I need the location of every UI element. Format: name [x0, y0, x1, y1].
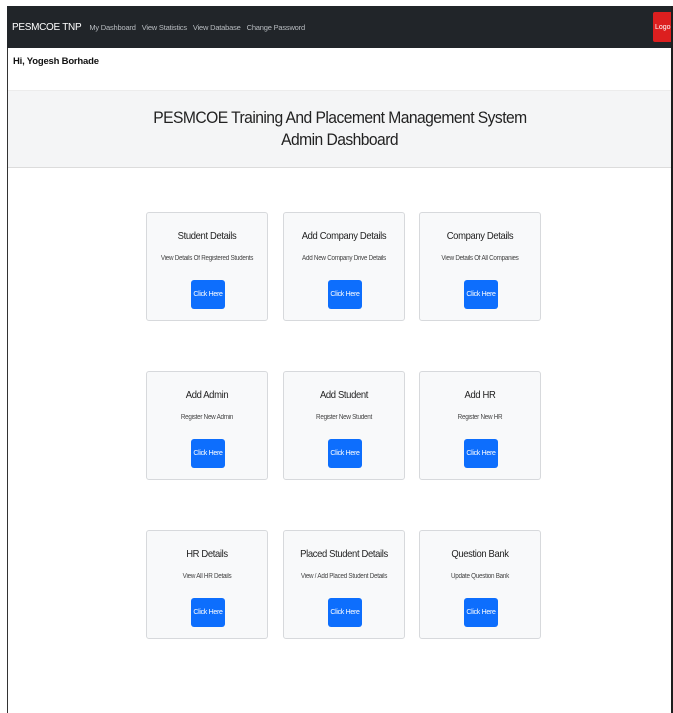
card-hr-details: HR Details View All HR Details Click Her… — [146, 530, 268, 639]
user-greeting: Hi, Yogesh Borhade — [13, 56, 99, 67]
card-title: Question Bank — [451, 548, 509, 560]
student-details-button[interactable]: Click Here — [191, 280, 225, 309]
nav-link-my-dashboard[interactable]: My Dashboard — [89, 23, 136, 32]
card-title: Placed Student Details — [300, 548, 388, 560]
card-text: Register New Student — [316, 414, 372, 421]
card-title: Add Company Details — [301, 230, 387, 242]
card-text: Register New HR — [457, 414, 503, 421]
card-text: View / Add Placed Student Details — [300, 573, 388, 580]
card-placed-student-details: Placed Student Details View / Add Placed… — [283, 530, 405, 639]
top-navbar: PESMCOE TNP My Dashboard View Statistics… — [7, 6, 671, 48]
card-text: Add New Company Drive Details — [302, 255, 386, 262]
card-add-admin: Add Admin Register New Admin Click Here — [146, 371, 268, 480]
hr-details-button[interactable]: Click Here — [191, 598, 225, 627]
card-title: Add Admin — [185, 389, 229, 401]
card-company-details: Company Details View Details Of All Comp… — [419, 212, 541, 321]
question-bank-button[interactable]: Click Here — [464, 598, 498, 627]
card-add-student: Add Student Register New Student Click H… — [283, 371, 405, 480]
logout-button[interactable]: Logout — [653, 12, 671, 42]
card-add-hr: Add HR Register New HR Click Here — [419, 371, 541, 480]
navbar-brand[interactable]: PESMCOE TNP — [12, 22, 82, 33]
card-title: Add Student — [319, 389, 369, 401]
nav-link-change-password[interactable]: Change Password — [247, 23, 305, 32]
page-header: PESMCOE Training And Placement Managemen… — [8, 90, 671, 168]
page-subtitle: Admin Dashboard — [281, 130, 398, 149]
add-admin-button[interactable]: Click Here — [191, 439, 225, 468]
card-text: Register New Admin — [180, 414, 234, 421]
card-title: Company Details — [446, 230, 514, 242]
card-add-company-details: Add Company Details Add New Company Driv… — [283, 212, 405, 321]
card-title: Student Details — [177, 230, 237, 242]
add-company-details-button[interactable]: Click Here — [328, 280, 362, 309]
add-student-button[interactable]: Click Here — [328, 439, 362, 468]
card-title: Add HR — [464, 389, 496, 401]
page-title: PESMCOE Training And Placement Managemen… — [152, 108, 527, 127]
card-text: Update Question Bank — [451, 573, 509, 580]
company-details-button[interactable]: Click Here — [464, 280, 498, 309]
nav-link-view-statistics[interactable]: View Statistics — [142, 23, 187, 32]
card-student-details: Student Details View Details Of Register… — [146, 212, 268, 321]
card-text: View All HR Details — [182, 573, 232, 580]
nav-link-view-database[interactable]: View Database — [193, 23, 241, 32]
add-hr-button[interactable]: Click Here — [464, 439, 498, 468]
placed-student-details-button[interactable]: Click Here — [328, 598, 362, 627]
card-title: HR Details — [186, 548, 228, 560]
card-text: View Details Of All Companies — [441, 255, 519, 262]
card-question-bank: Question Bank Update Question Bank Click… — [419, 530, 541, 639]
card-text: View Details Of Registered Students — [160, 255, 254, 262]
